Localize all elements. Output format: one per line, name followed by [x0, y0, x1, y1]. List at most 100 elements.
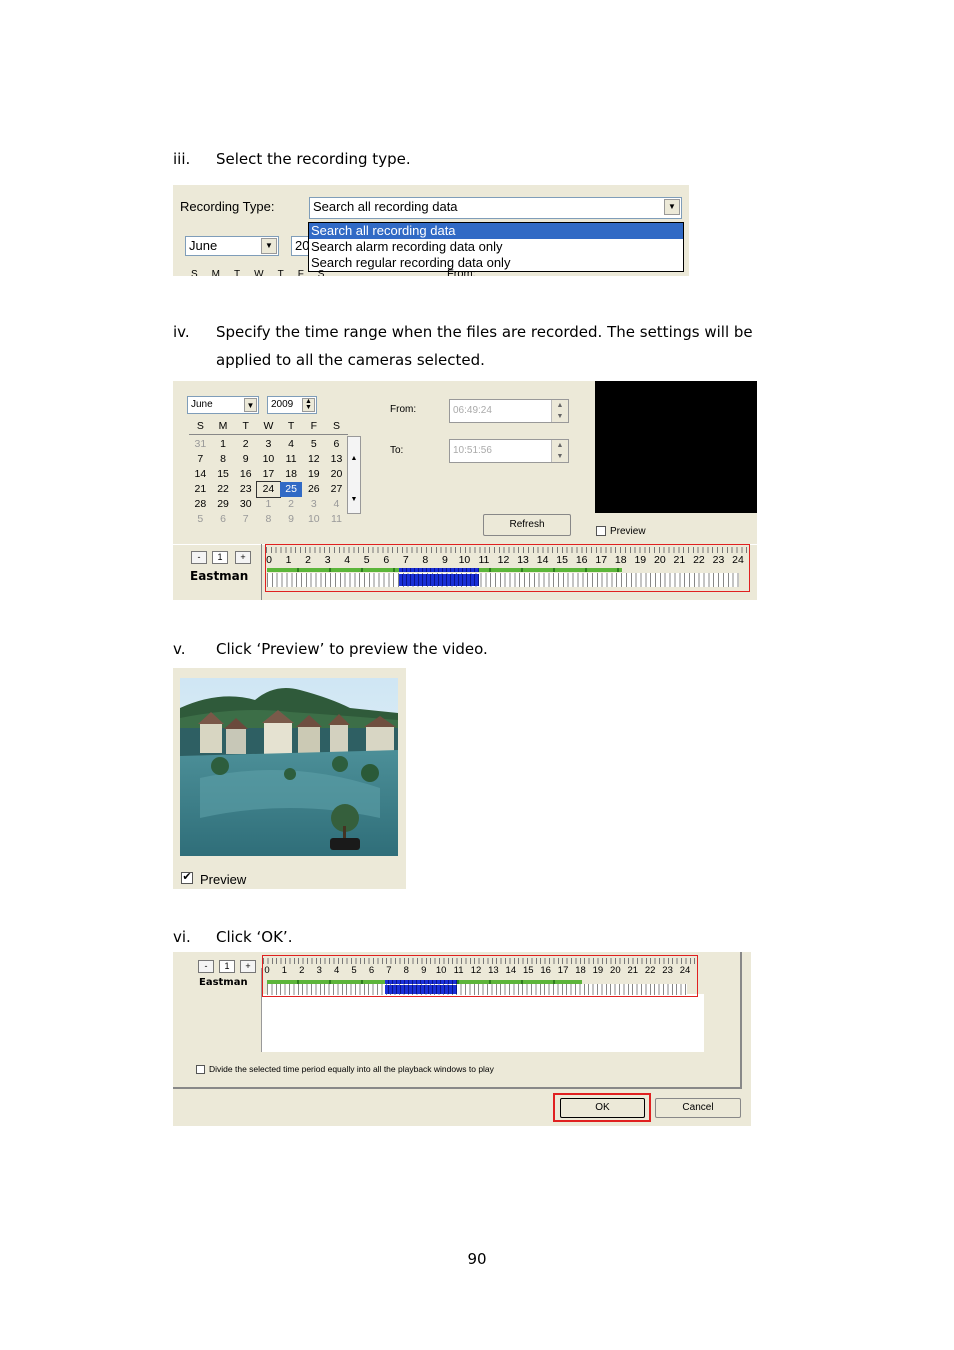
timeline-selection-box[interactable]: 0 1 2 3 4 5 6 7 8 9 10 11 12 13 14 15 16 17 18 19 20 21 22 23 24 [262, 955, 698, 997]
calendar-day[interactable]: 20 [325, 467, 348, 482]
timeline-hour-label: 5 [363, 554, 370, 566]
calendar-day[interactable]: 10 [257, 452, 280, 467]
calendar-day[interactable]: 3 [302, 497, 325, 512]
divide-period-checkbox[interactable] [196, 1065, 205, 1074]
chevron-down-icon[interactable]: ▼ [244, 398, 257, 412]
calendar-day[interactable]: 8 [257, 512, 280, 527]
calendar-day[interactable]: 8 [212, 452, 235, 467]
timeline-hour-label: 11 [478, 554, 490, 566]
zoom-in-button[interactable]: + [240, 960, 256, 973]
calendar-day[interactable]: 11 [280, 452, 303, 467]
calendar-day[interactable]: 1 [212, 437, 235, 452]
spin-arrows-icon[interactable]: ▲ ▼ [551, 400, 568, 422]
calendar-day[interactable]: 14 [189, 467, 212, 482]
timeline-ticks [263, 958, 697, 964]
zoom-in-button[interactable]: + [235, 551, 251, 564]
step-number: iv. [173, 323, 190, 341]
calendar-day-today[interactable]: 24 [256, 481, 281, 498]
preview-label: Preview [200, 872, 247, 887]
spin-arrows-icon[interactable]: ▲ ▼ [551, 440, 568, 462]
calendar-day[interactable]: 30 [234, 497, 257, 512]
refresh-button[interactable]: Refresh [483, 514, 571, 536]
timeline-hour-label: 12 [470, 965, 482, 976]
calendar-day[interactable]: 18 [280, 467, 303, 482]
timeline-hours: 0 1 2 3 4 5 6 7 8 9 10 11 12 13 14 15 16 17 18 19 20 21 22 23 24 [266, 554, 744, 568]
calendar-day[interactable]: 13 [325, 452, 348, 467]
recording-type-select[interactable]: Search all recording data ▼ [309, 197, 682, 219]
calendar-day[interactable]: 11 [325, 512, 348, 527]
timeline-grid [267, 573, 739, 587]
to-time-input[interactable]: 10:51:56 ▲ ▼ [449, 439, 569, 463]
month-select[interactable]: June ▼ [185, 236, 279, 256]
calendar-day[interactable]: 27 [325, 482, 348, 497]
option-all[interactable]: Search all recording data [309, 223, 683, 239]
calendar-day[interactable]: 5 [189, 512, 212, 527]
calendar-day[interactable]: 4 [280, 437, 303, 452]
scroll-up-icon[interactable]: ▲ [348, 455, 360, 462]
scroll-down-icon[interactable]: ▼ [348, 496, 360, 503]
timeline-selection-box[interactable]: 0 1 2 3 4 5 6 7 8 9 10 11 12 13 14 15 16 17 18 19 20 21 22 23 24 [265, 544, 750, 592]
calendar-day[interactable]: 10 [302, 512, 325, 527]
calendar-day[interactable]: 23 [234, 482, 257, 497]
calendar-day[interactable]: 17 [257, 467, 280, 482]
recording-type-value: Search all recording data [313, 199, 458, 214]
calendar-day[interactable]: 2 [234, 437, 257, 452]
weekday: F [310, 420, 317, 432]
zoom-out-button[interactable]: - [191, 551, 207, 564]
calendar-day[interactable]: 9 [280, 512, 303, 527]
timeline-hour-label: 2 [305, 554, 311, 566]
calendar-day[interactable]: 7 [189, 452, 212, 467]
calendar-day[interactable]: 6 [212, 512, 235, 527]
calendar-day[interactable]: 6 [325, 437, 348, 452]
option-alarm[interactable]: Search alarm recording data only [309, 239, 683, 255]
timeline-hour-label: 6 [368, 965, 375, 976]
calendar-day[interactable]: 9 [234, 452, 257, 467]
from-time-input[interactable]: 06:49:24 ▲ ▼ [449, 399, 569, 423]
weekday: T [242, 420, 249, 432]
month-select[interactable]: June ▼ [187, 396, 259, 414]
timeline-hour-label: 3 [316, 965, 322, 976]
calendar-week: 21 22 23 24 25 26 27 [189, 481, 348, 498]
calendar-day-selected[interactable]: 25 [279, 482, 303, 497]
preview-checkbox[interactable] [596, 526, 606, 536]
calendar-day[interactable]: 29 [212, 497, 235, 512]
divider [261, 544, 262, 600]
timeline-hour-label: 19 [634, 554, 647, 566]
calendar-day[interactable]: 16 [234, 467, 257, 482]
chevron-down-icon[interactable]: ▼ [664, 199, 680, 215]
time-range-screenshot: June ▼ 2009 ▲ ▼ S M T W T F S 31 1 2 3 4 … [173, 381, 757, 600]
calendar-scrollbar[interactable]: ▲ ▼ [347, 436, 361, 514]
timeline-hour-label: 20 [653, 554, 666, 566]
selected-range-bar [385, 985, 457, 994]
calendar-day[interactable]: 31 [189, 437, 212, 452]
preview-checkbox-checked[interactable]: ✔ [181, 872, 193, 884]
timeline-list-area [261, 994, 704, 1052]
ok-button[interactable]: OK [560, 1098, 645, 1118]
calendar-day[interactable]: 1 [257, 497, 280, 512]
calendar-day[interactable]: 5 [302, 437, 325, 452]
weekday: T [234, 269, 241, 276]
calendar-day[interactable]: 12 [302, 452, 325, 467]
spin-arrows-icon[interactable]: ▲ ▼ [302, 398, 315, 412]
option-regular[interactable]: Search regular recording data only [309, 255, 683, 271]
timeline-hour-label: 13 [517, 554, 529, 566]
year-spinner[interactable]: 2009 ▲ ▼ [267, 396, 317, 414]
timeline-hour-label: 9 [421, 965, 427, 976]
calendar-day[interactable]: 2 [280, 497, 303, 512]
calendar-day[interactable]: 7 [234, 512, 257, 527]
calendar-day[interactable]: 26 [302, 482, 325, 497]
step-text: Click ‘Preview’ to preview the video. [216, 640, 488, 658]
selected-range-marker [399, 568, 479, 572]
calendar-day[interactable]: 4 [325, 497, 348, 512]
step-number: v. [173, 640, 186, 658]
chevron-down-icon[interactable]: ▼ [261, 238, 277, 254]
calendar-day[interactable]: 3 [257, 437, 280, 452]
calendar-day[interactable]: 28 [189, 497, 212, 512]
step-number: iii. [173, 150, 191, 168]
zoom-out-button[interactable]: - [198, 960, 214, 973]
calendar-day[interactable]: 15 [212, 467, 235, 482]
calendar-day[interactable]: 22 [212, 482, 235, 497]
calendar-day[interactable]: 21 [189, 482, 212, 497]
calendar-day[interactable]: 19 [302, 467, 325, 482]
cancel-button[interactable]: Cancel [655, 1098, 741, 1118]
